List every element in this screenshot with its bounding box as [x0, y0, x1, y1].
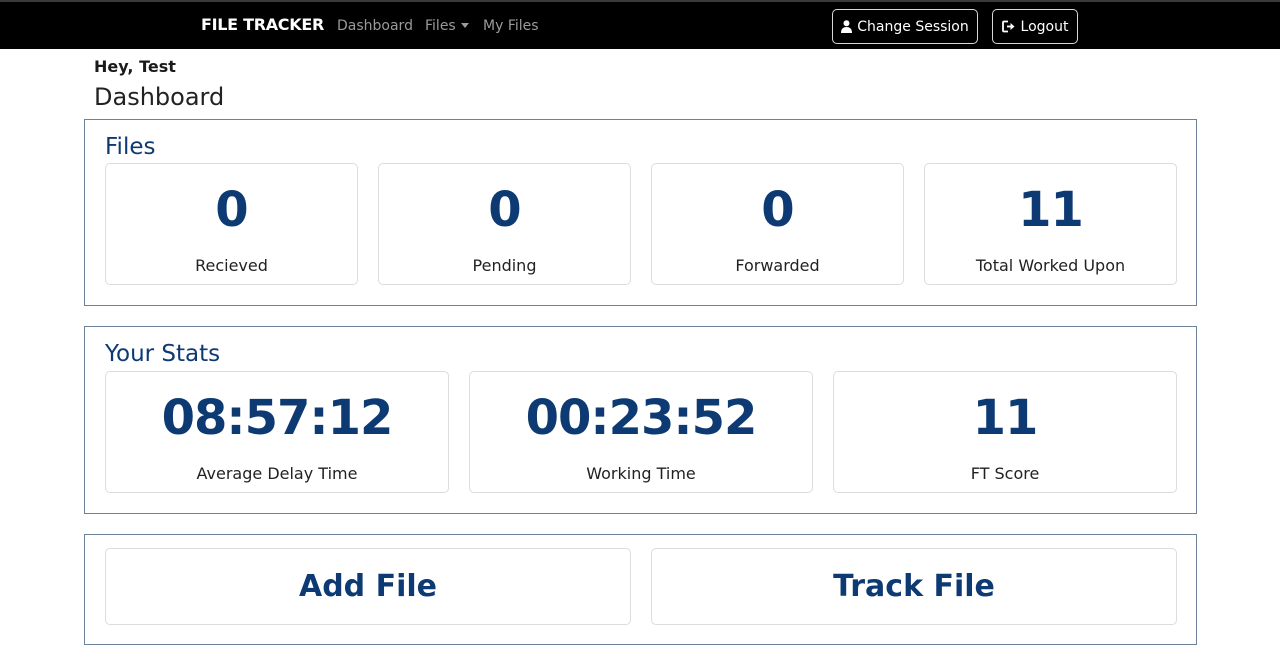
files-section: Files 0 Recieved 0 Pending 0 Forwarded 1…	[84, 119, 1197, 306]
stats-section-title: Your Stats	[105, 341, 221, 367]
nav-files-label: Files	[425, 18, 456, 34]
forwarded-label: Forwarded	[735, 256, 820, 275]
average-delay-value: 08:57:12	[161, 390, 394, 446]
total-worked-count: 11	[1018, 182, 1084, 238]
working-time-value: 00:23:52	[525, 390, 758, 446]
received-card: 0 Recieved	[105, 163, 358, 285]
nav-link-my-files[interactable]: My Files	[483, 18, 539, 34]
logout-button[interactable]: Logout	[992, 9, 1078, 44]
brand-logo[interactable]: FILE TRACKER	[201, 15, 324, 34]
average-delay-label: Average Delay Time	[196, 464, 358, 483]
pending-card: 0 Pending	[378, 163, 631, 285]
logout-label: Logout	[1020, 18, 1069, 35]
page-title: Dashboard	[94, 83, 225, 111]
ft-score-card: 11 FT Score	[833, 371, 1177, 493]
add-file-button[interactable]: Add File	[105, 548, 631, 625]
average-delay-card: 08:57:12 Average Delay Time	[105, 371, 449, 493]
navbar: FILE TRACKER Dashboard Files My Files Ch…	[0, 0, 1280, 49]
working-time-card: 00:23:52 Working Time	[469, 371, 813, 493]
pending-count: 0	[488, 182, 521, 238]
total-worked-label: Total Worked Upon	[975, 256, 1126, 275]
working-time-label: Working Time	[586, 464, 696, 483]
logout-icon	[1001, 20, 1015, 33]
ft-score-label: FT Score	[970, 464, 1040, 483]
nav-dropdown-files[interactable]: Files	[425, 18, 469, 34]
files-section-title: Files	[105, 134, 156, 160]
received-count: 0	[215, 182, 248, 238]
track-file-button[interactable]: Track File	[651, 548, 1177, 625]
change-session-label: Change Session	[857, 18, 969, 35]
greeting-text: Hey, Test	[94, 57, 176, 76]
stats-section: Your Stats 08:57:12 Average Delay Time 0…	[84, 326, 1197, 514]
nav-link-dashboard[interactable]: Dashboard	[337, 18, 413, 34]
forwarded-count: 0	[761, 182, 794, 238]
total-worked-card: 11 Total Worked Upon	[924, 163, 1177, 285]
caret-down-icon	[460, 23, 469, 28]
actions-section: Add File Track File	[84, 534, 1197, 645]
received-label: Recieved	[195, 256, 268, 275]
ft-score-value: 11	[972, 390, 1039, 446]
user-icon	[841, 20, 853, 33]
change-session-button[interactable]: Change Session	[832, 9, 978, 44]
forwarded-card: 0 Forwarded	[651, 163, 904, 285]
pending-label: Pending	[472, 256, 537, 275]
